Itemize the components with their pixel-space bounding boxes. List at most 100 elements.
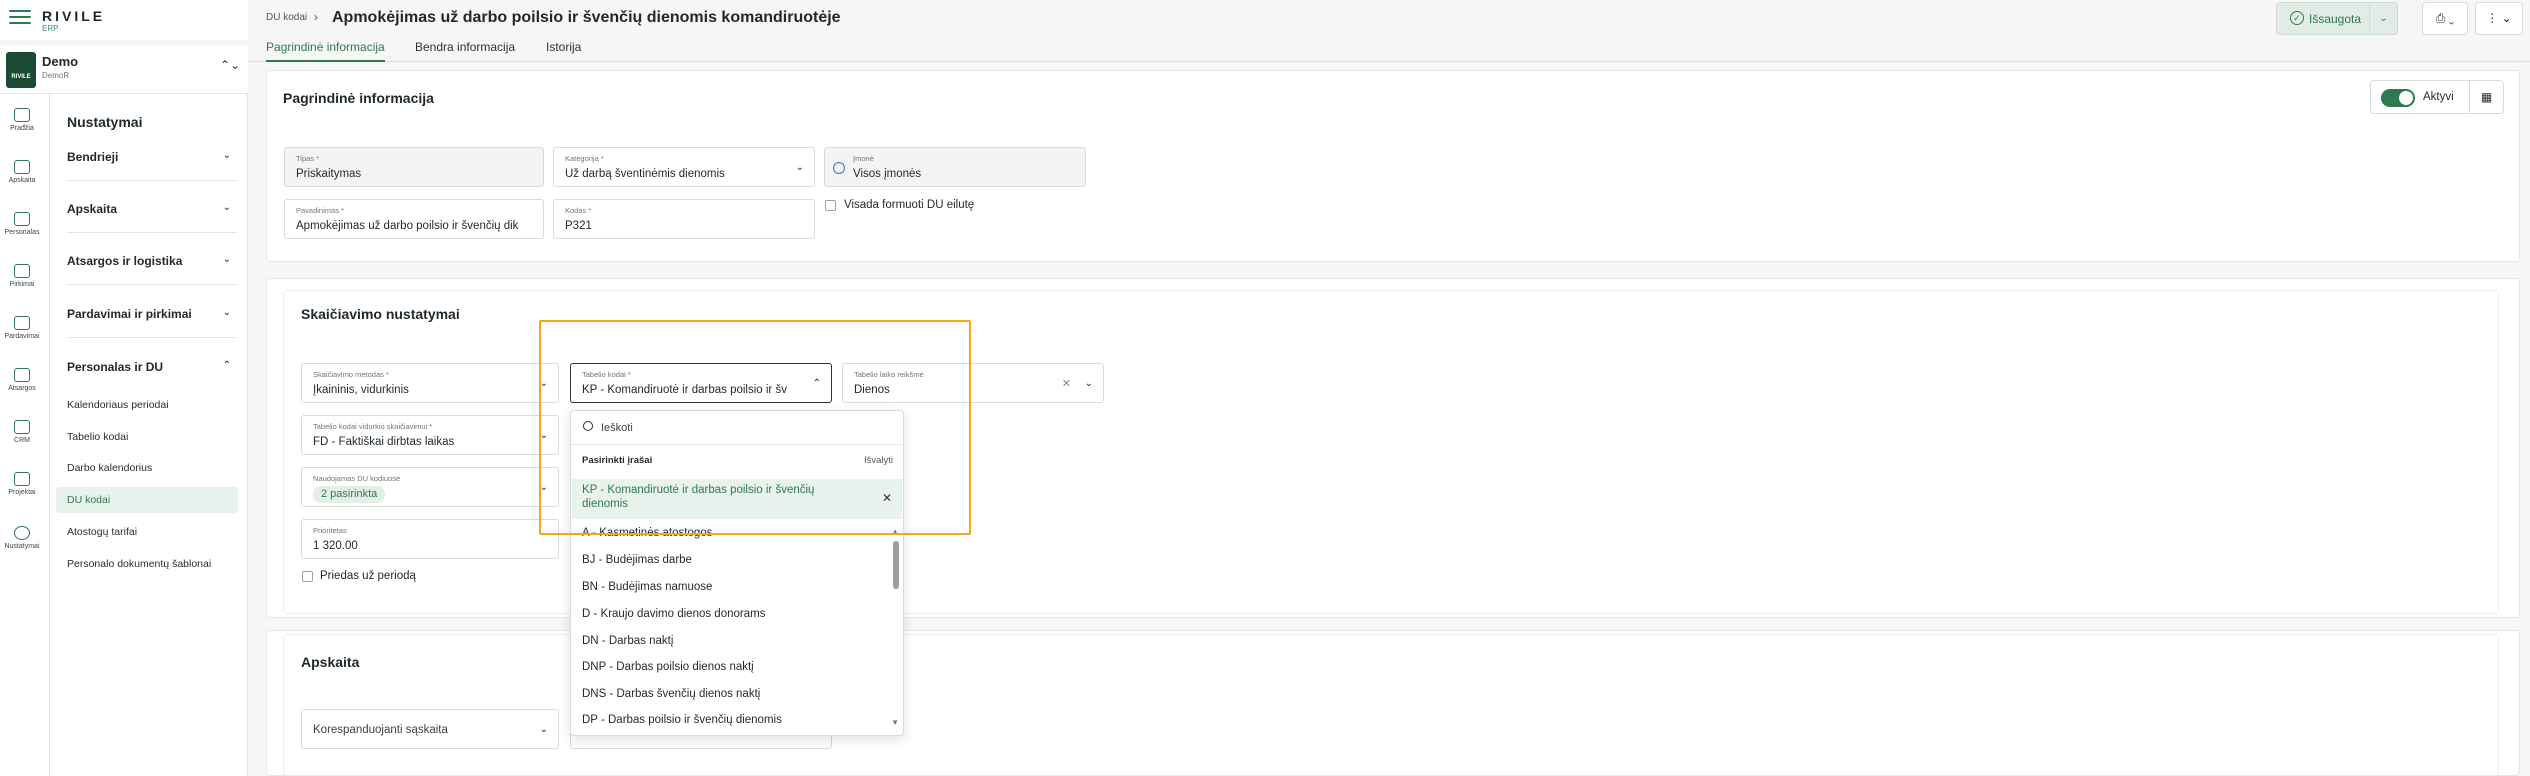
settings-sidebar: Nustatymai Bendrieji ⌄ Apskaita ⌄ Atsargos… [50, 94, 248, 776]
kategorija-select[interactable]: Kategorija * Už darbą šventinėmis dienom… [553, 147, 815, 187]
settings-icon [14, 526, 30, 540]
cart-icon [14, 264, 30, 278]
prioritetas-input[interactable]: Prioritetas 1 320.00 [301, 519, 559, 559]
sidebar-item-tabelio-kodai[interactable]: Tabelio kodai [56, 424, 238, 450]
logo-text: RIVILE [42, 8, 106, 24]
sidebar-item-dokumentu-sablonai[interactable]: Personalo dokumentų šablonai [56, 551, 238, 577]
clear-icon[interactable]: ✕ [1062, 377, 1071, 390]
calc-settings-title: Skaičiavimo nustatymai [301, 306, 460, 322]
scroll-down-icon[interactable]: ▼ [891, 718, 899, 727]
chevron-down-icon: ⌄ [539, 724, 548, 735]
divider [67, 180, 237, 181]
sidebar-section-personalas[interactable]: Personalas ir DU ⌃ [67, 360, 237, 374]
active-label: Aktyvi [2423, 91, 2454, 103]
tab-istorija[interactable]: Istorija [546, 40, 581, 60]
dropdown-option[interactable]: DN - Darbas naktį [582, 635, 673, 647]
ledger-icon [14, 160, 30, 174]
priedas-label: Priedas už periodą [320, 570, 416, 582]
chevron-down-icon: ⌄ [795, 162, 804, 173]
company-subtitle: DemoR [42, 71, 70, 80]
rail-item-home[interactable]: Prađžia [0, 108, 44, 132]
main-info-title: Pagrindinė informacija [283, 90, 434, 106]
kodas-input[interactable]: Kodas * P321 [553, 199, 815, 239]
breadcrumb-link[interactable]: DU kodai [266, 12, 307, 23]
chevron-updown-icon[interactable]: ⌃⌄ [220, 58, 240, 72]
visada-formuoti-checkbox[interactable] [825, 200, 836, 211]
sidebar-section-apskaita[interactable]: Apskaita ⌄ [67, 202, 237, 216]
tab-bendra[interactable]: Bendra informacija [415, 40, 515, 60]
home-icon [14, 108, 30, 122]
print-button[interactable]: ⎙ ⌄ [2422, 2, 2468, 35]
page-title: Apmokėjimas už darbo poilsio ir švenčių … [332, 9, 841, 26]
stock-icon [14, 368, 30, 382]
tipas-field[interactable]: Tipas * Priskaitymas [284, 147, 544, 187]
page-header: DU kodai › Apmokėjimas už darbo poilsio … [248, 0, 2530, 62]
sidebar-item-atostogu-tarifai[interactable]: Atostogų tarifai [56, 519, 238, 545]
vidurkio-select[interactable]: Tabelio kodai vidurkio skaičiavimui * FD… [301, 415, 559, 455]
rail-item-purchases[interactable]: Pirkimai [0, 264, 44, 288]
globe-icon [833, 162, 845, 174]
sidebar-section-pardavimai[interactable]: Pardavimai ir pirkimai ⌄ [67, 307, 237, 321]
sidebar-item-du-kodai[interactable]: DU kodai [56, 487, 238, 513]
dropdown-option[interactable]: DNP - Darbas poilsio dienos naktį [582, 661, 754, 673]
selected-count-chip: 2 pasirinkta [313, 486, 386, 503]
dropdown-option[interactable]: BN - Budėjimas namuose [582, 581, 712, 593]
menu-icon[interactable] [9, 10, 31, 26]
apskaita-title: Apskaita [301, 654, 360, 670]
divider [67, 284, 237, 285]
divider [67, 337, 237, 338]
logo-bar: RIVILE ERP [0, 0, 248, 40]
rail-item-accounting[interactable]: Apskaita [0, 160, 44, 184]
people-icon [14, 212, 30, 226]
calendar-icon[interactable]: ▦ [2469, 81, 2503, 113]
logo-subtext: ERP [42, 24, 59, 33]
sidebar-item-darbo-kalendorius[interactable]: Darbo kalendorius [56, 455, 238, 481]
visada-formuoti-label: Visada formuoti DU eilutę [844, 199, 975, 211]
metodas-select[interactable]: Skaičiavimo metodas * Įkaininis, vidurki… [301, 363, 559, 403]
rail-item-personnel[interactable]: Personalas [0, 212, 44, 236]
company-switcher[interactable]: RIVILE Demo DemoR ⌃⌄ [0, 46, 248, 94]
tab-pagrindine[interactable]: Pagrindinė informacija [266, 40, 385, 62]
chevron-down-icon[interactable]: ⌄ [2369, 3, 2397, 34]
active-toggle-group: Aktyvi ▦ [2370, 80, 2504, 114]
imone-field[interactable]: Įmonė Visos įmonės [824, 147, 1086, 187]
crm-icon [14, 420, 30, 434]
dropdown-option[interactable]: BJ - Budėjimas darbe [582, 554, 692, 566]
rail-item-crm[interactable]: CRM [0, 420, 44, 444]
sidebar-item-kalendoriaus-periodai[interactable]: Kalendoriaus periodai [56, 392, 238, 418]
more-button[interactable]: ⋮ ⌄ [2475, 2, 2523, 35]
printer-icon: ⎙ ⌄ [2435, 11, 2455, 25]
chevron-right-icon: › [314, 10, 318, 24]
sidebar-section-atsargos[interactable]: Atsargos ir logistika ⌄ [67, 254, 237, 268]
chevron-down-icon: ⌄ [222, 254, 231, 265]
highlight-box [539, 320, 971, 535]
rail-item-projects[interactable]: Projektai [0, 472, 44, 496]
chevron-up-icon: ⌃ [222, 360, 231, 371]
dropdown-scrollbar[interactable] [893, 541, 899, 589]
divider [67, 232, 237, 233]
more-vertical-icon: ⋮ ⌄ [2486, 11, 2512, 25]
company-name: Demo [42, 54, 79, 69]
sidebar-title: Nustatymai [67, 114, 143, 130]
sidebar-section-bendrieji[interactable]: Bendrieji ⌄ [67, 150, 237, 164]
rail-item-stock[interactable]: Atsargos [0, 368, 44, 392]
module-rail: Prađžia Apskaita Personalas Pirkimai Par… [0, 94, 50, 776]
dropdown-option[interactable]: DNS - Darbas švenčių dienos naktį [582, 688, 760, 700]
chevron-down-icon: ⌄ [1084, 378, 1093, 389]
saved-status-button[interactable]: ✓ Išsaugota ⌄ [2276, 2, 2398, 35]
dropdown-option[interactable]: D - Kraujo davimo dienos donorams [582, 608, 765, 620]
rail-item-settings[interactable]: Nustatymai [0, 526, 44, 550]
active-toggle[interactable] [2381, 89, 2415, 107]
pavadinimas-input[interactable]: Pavadinimas * Apmokėjimas už darbo poils… [284, 199, 544, 239]
priedas-checkbox[interactable] [302, 571, 313, 582]
chevron-down-icon: ⌄ [222, 202, 231, 213]
check-icon: ✓ [2290, 11, 2304, 25]
dropdown-option[interactable]: DP - Darbas poilsio ir švenčių dienomis [582, 714, 782, 726]
naudojamas-select[interactable]: Naudojamas DU kodiuose 2 pasirinkta ⌄ [301, 467, 559, 507]
rail-item-sales[interactable]: Pardavimai [0, 316, 44, 340]
chevron-down-icon: ⌄ [222, 307, 231, 318]
company-badge: RIVILE [6, 52, 36, 88]
koresponduojanti-select[interactable]: Korespanduojanti sąskaita ⌄ [301, 709, 559, 749]
chevron-down-icon: ⌄ [222, 150, 231, 161]
sales-icon [14, 316, 30, 330]
